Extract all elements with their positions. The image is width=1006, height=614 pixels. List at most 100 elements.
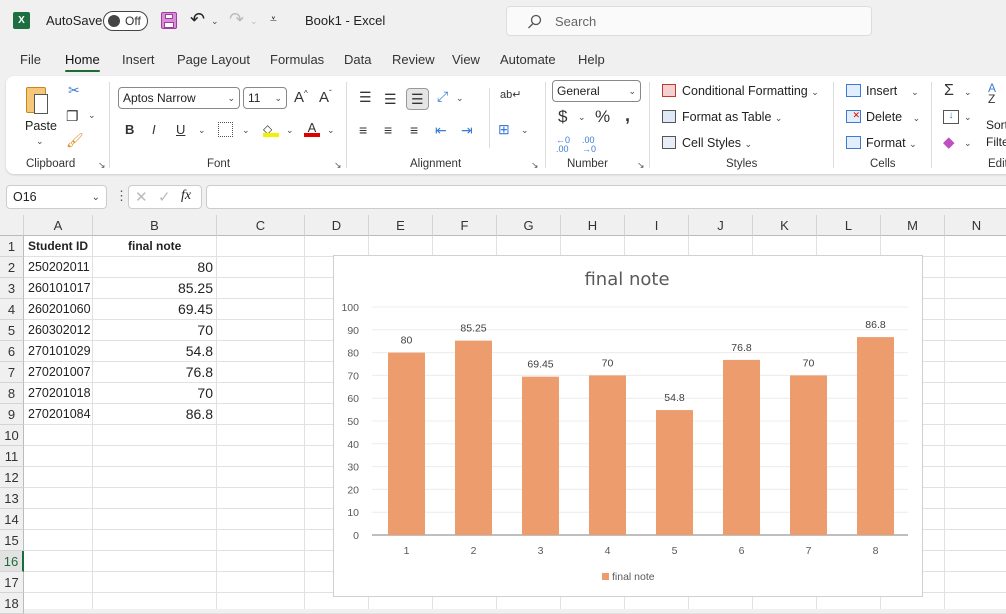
conditional-formatting-button[interactable]: Conditional Formatting ⌄ [682, 84, 819, 98]
font-name-dropdown[interactable]: Aptos Narrow ⌄ [118, 87, 240, 109]
sort-filter-icon[interactable]: AZ [988, 82, 996, 105]
clear-icon[interactable]: ◆ [943, 135, 955, 150]
format-cells-button[interactable]: Format ⌄ [866, 136, 917, 150]
fill-color-dropdown-icon[interactable]: ⌄ [286, 125, 294, 136]
autosum-dropdown-icon[interactable]: ⌄ [964, 87, 972, 98]
tab-review[interactable]: Review [392, 52, 435, 67]
autosave-toggle[interactable]: Off [103, 11, 148, 31]
currency-dropdown-icon[interactable]: ⌄ [578, 112, 586, 123]
formula-input[interactable] [206, 185, 1006, 209]
paste-dropdown-icon[interactable]: ⌄ [36, 136, 44, 147]
comma-style-icon[interactable]: , [625, 106, 630, 124]
bar-5[interactable] [656, 410, 693, 535]
cell-b5[interactable]: 70 [93, 320, 217, 341]
column-header-g[interactable]: G [497, 215, 561, 236]
cut-icon[interactable]: ✂ [68, 83, 80, 97]
font-size-dropdown[interactable]: 11 ⌄ [243, 87, 287, 109]
format-painter-icon[interactable]: 🖌 [66, 133, 84, 147]
borders-dropdown-icon[interactable]: ⌄ [242, 125, 250, 136]
copy-dropdown-icon[interactable]: ⌄ [88, 110, 96, 121]
tab-formulas[interactable]: Formulas [270, 52, 324, 67]
column-header-n[interactable]: N [945, 215, 1006, 236]
select-all-corner[interactable] [0, 215, 24, 236]
autosum-icon[interactable]: Σ [944, 83, 954, 99]
row-header-6[interactable]: 6 [0, 341, 24, 362]
column-header-j[interactable]: J [689, 215, 753, 236]
align-left-icon[interactable]: ≡ [359, 123, 367, 137]
name-box[interactable]: O16 ⌄ [6, 185, 107, 209]
row-header-4[interactable]: 4 [0, 299, 24, 320]
row-header-10[interactable]: 10 [0, 425, 24, 446]
decrease-font-icon[interactable]: Aˇ [319, 90, 332, 106]
search-box[interactable]: Search [506, 6, 872, 36]
cancel-icon[interactable]: ✕ [135, 188, 148, 206]
undo-icon[interactable]: ↶ [190, 9, 205, 30]
increase-font-icon[interactable]: A^ [294, 90, 308, 106]
fill-dropdown-icon[interactable]: ⌄ [964, 112, 972, 123]
cell-a7[interactable]: 270201007 [24, 362, 93, 383]
column-header-c[interactable]: C [217, 215, 305, 236]
column-header-e[interactable]: E [369, 215, 433, 236]
bar-8[interactable] [857, 337, 894, 535]
cell-b2[interactable]: 80 [93, 257, 217, 278]
save-icon[interactable] [161, 12, 177, 29]
column-header-h[interactable]: H [561, 215, 625, 236]
tab-help[interactable]: Help [578, 52, 605, 67]
orientation-icon[interactable]: ⤢ [437, 89, 448, 103]
borders-icon[interactable] [218, 122, 233, 137]
row-header-9[interactable]: 9 [0, 404, 24, 425]
row-header-5[interactable]: 5 [0, 320, 24, 341]
percent-icon[interactable]: % [595, 108, 610, 125]
row-header-16[interactable]: 16 [0, 551, 24, 572]
row-header-3[interactable]: 3 [0, 278, 24, 299]
bar-1[interactable] [388, 352, 425, 535]
decrease-indent-icon[interactable]: ⇤ [435, 123, 447, 137]
paste-button[interactable]: Paste [25, 119, 57, 133]
cell-b6[interactable]: 54.8 [93, 341, 217, 362]
increase-indent-icon[interactable]: ⇥ [461, 123, 473, 137]
delete-cells-button[interactable]: Delete ⌄ [866, 110, 920, 124]
tab-insert[interactable]: Insert [122, 52, 155, 67]
bold-button[interactable]: B [125, 123, 134, 136]
bar-4[interactable] [589, 375, 626, 535]
column-header-d[interactable]: D [305, 215, 369, 236]
alignment-launcher-icon[interactable]: ↘ [531, 160, 539, 171]
cell-b7[interactable]: 76.8 [93, 362, 217, 383]
fill-color-icon[interactable]: ◇ [263, 121, 279, 137]
sort-filter-button[interactable]: Sort Filte [986, 117, 1006, 151]
cell-a9[interactable]: 270201084 [24, 404, 93, 425]
row-header-14[interactable]: 14 [0, 509, 24, 530]
column-header-k[interactable]: K [753, 215, 817, 236]
tab-file[interactable]: File [20, 52, 41, 67]
bar-2[interactable] [455, 340, 492, 535]
tab-page-layout[interactable]: Page Layout [177, 52, 250, 67]
undo-dropdown-icon[interactable]: ⌄ [211, 16, 219, 27]
tab-home[interactable]: Home [65, 52, 100, 72]
cell-a8[interactable]: 270201018 [24, 383, 93, 404]
font-color-icon[interactable]: A [304, 121, 320, 137]
tab-automate[interactable]: Automate [500, 52, 556, 67]
bar-7[interactable] [790, 375, 827, 535]
row-header-12[interactable]: 12 [0, 467, 24, 488]
clear-dropdown-icon[interactable]: ⌄ [964, 138, 972, 149]
font-launcher-icon[interactable]: ↘ [334, 160, 342, 171]
enter-icon[interactable]: ✓ [158, 188, 171, 206]
cell-b3[interactable]: 85.25 [93, 278, 217, 299]
top-align-icon[interactable]: ☰ [359, 90, 372, 104]
cell-a1[interactable]: Student ID [24, 236, 93, 257]
decrease-decimal-icon[interactable]: .00 →0 [582, 136, 596, 154]
cell-a6[interactable]: 270101029 [24, 341, 93, 362]
copy-icon[interactable]: ❐ [66, 109, 79, 123]
wrap-text-icon[interactable]: ab↵ [500, 90, 521, 101]
format-as-table-button[interactable]: Format as Table ⌄ [682, 110, 782, 124]
align-right-icon[interactable]: ≡ [410, 123, 418, 137]
customize-qat-icon[interactable]: ⩡ [270, 12, 277, 27]
row-header-2[interactable]: 2 [0, 257, 24, 278]
font-color-dropdown-icon[interactable]: ⌄ [327, 125, 335, 136]
cell-b9[interactable]: 86.8 [93, 404, 217, 425]
align-center-icon[interactable]: ≡ [384, 123, 392, 137]
increase-decimal-icon[interactable]: ←0.00 [556, 136, 570, 154]
cell-b8[interactable]: 70 [93, 383, 217, 404]
cell-a3[interactable]: 260101017 [24, 278, 93, 299]
column-header-l[interactable]: L [817, 215, 881, 236]
